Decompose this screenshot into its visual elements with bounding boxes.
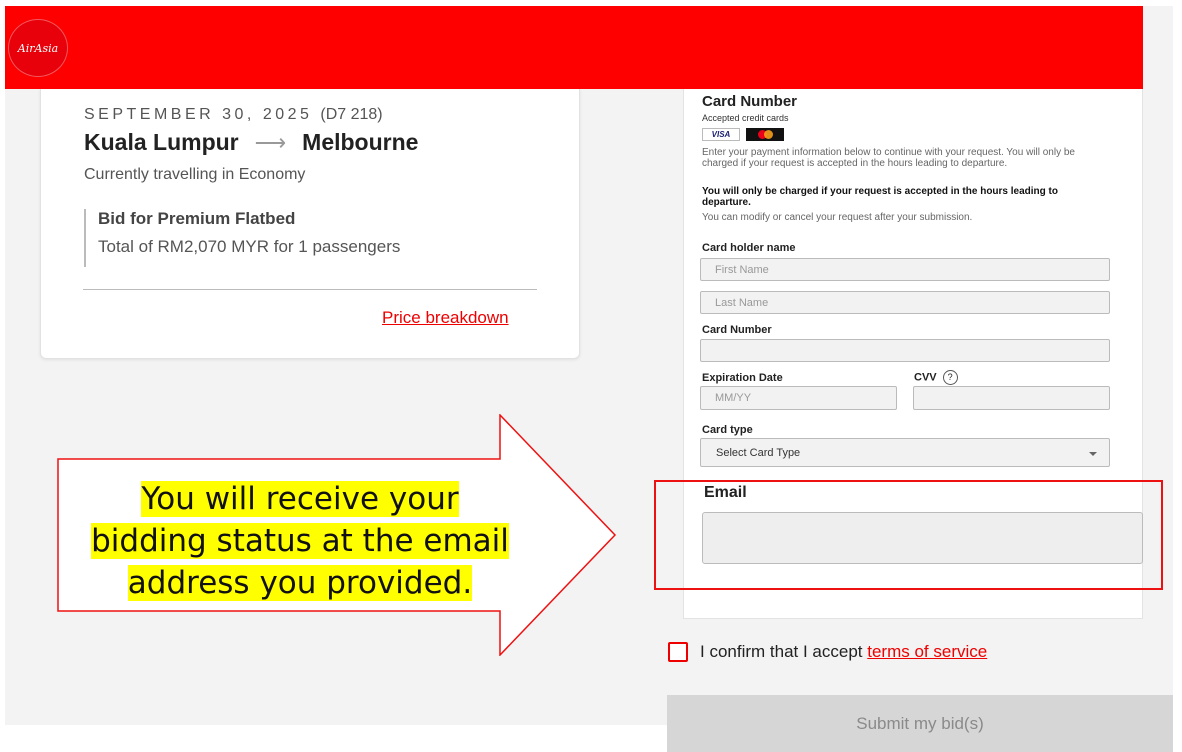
callout-message: You will receive your bidding status at … [62, 478, 538, 604]
cvv-label: CVV ? [914, 370, 958, 385]
card-logos: VISA [702, 128, 784, 141]
card-type-select[interactable]: Select Card Type [700, 438, 1110, 467]
terms-checkbox[interactable] [668, 642, 688, 662]
route-arrow-icon: ⟶ [254, 129, 287, 155]
help-icon[interactable]: ? [942, 370, 958, 385]
charge-notice: You will only be charged if your request… [702, 186, 1058, 208]
terms-confirm-row: I confirm that I accept terms of service [668, 642, 987, 662]
cvv-field[interactable] [913, 386, 1110, 410]
bid-summary: Bid for Premium Flatbed Total of RM2,070… [84, 209, 400, 267]
flight-date: SEPTEMBER 30, 2025 (D7 218) [84, 106, 383, 124]
bid-total: Total of RM2,070 MYR for 1 passengers [98, 237, 401, 256]
booking-summary-card: SEPTEMBER 30, 2025 (D7 218) Kuala Lumpur… [40, 89, 580, 359]
current-cabin: Currently travelling in Economy [84, 166, 306, 183]
card-number-field[interactable] [700, 339, 1110, 362]
payment-heading: Card Number [702, 93, 798, 110]
modify-notice: You can modify or cancel your request af… [702, 212, 973, 223]
confirm-text: I confirm that I accept terms of service [700, 642, 987, 662]
flight-route: Kuala Lumpur ⟶ Melbourne [84, 129, 418, 156]
last-name-field[interactable]: Last Name [700, 291, 1110, 314]
flight-date-text: SEPTEMBER 30, 2025 [84, 106, 313, 123]
confirm-label: I confirm that I accept [700, 642, 863, 661]
first-name-field[interactable]: First Name [700, 258, 1110, 281]
callout-line-1: You will receive your [141, 481, 459, 517]
card-type-selected: Select Card Type [716, 446, 801, 459]
destination-city: Melbourne [302, 129, 419, 155]
chevron-down-icon [1089, 452, 1097, 456]
divider [83, 289, 537, 290]
visa-icon: VISA [702, 128, 740, 141]
airasia-logo[interactable]: AirAsia [8, 19, 68, 77]
logo-text: AirAsia [17, 41, 59, 55]
card-number-label: Card Number [702, 324, 772, 336]
payment-info-text: Enter your payment information below to … [702, 147, 1075, 169]
card-holder-label: Card holder name [702, 242, 796, 254]
expiration-date-field[interactable]: MM/YY [700, 386, 897, 410]
origin-city: Kuala Lumpur [84, 129, 239, 155]
accepted-cards-label: Accepted credit cards [702, 113, 789, 123]
terms-of-service-link[interactable]: terms of service [867, 642, 987, 661]
mastercard-icon [746, 128, 784, 141]
submit-bid-button[interactable]: Submit my bid(s) [667, 695, 1173, 752]
card-type-label: Card type [702, 424, 753, 436]
expiration-label: Expiration Date [702, 372, 783, 384]
price-breakdown-link[interactable]: Price breakdown [382, 308, 509, 328]
flight-code: (D7 218) [320, 106, 383, 123]
callout-line-2: bidding status at the email [91, 523, 509, 559]
callout-line-3: address you provided. [127, 565, 473, 601]
cvv-label-text: CVV [914, 371, 937, 384]
site-header: AirAsia [5, 6, 1143, 89]
bid-title: Bid for Premium Flatbed [98, 209, 296, 228]
email-highlight-box [654, 480, 1163, 590]
